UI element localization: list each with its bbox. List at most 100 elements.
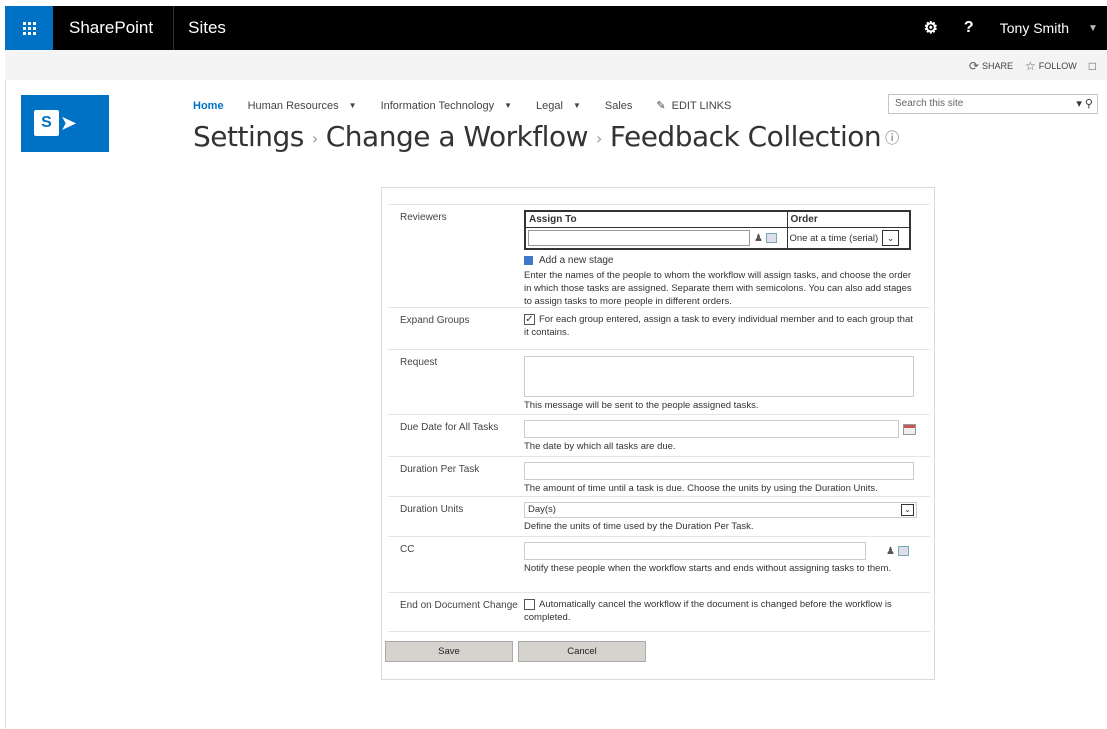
cc-row: CC ♟ Notify these people when the workfl…: [388, 536, 930, 592]
search-icon[interactable]: ▾ ⚲: [1076, 97, 1093, 110]
nav-label: Information Technology: [380, 99, 495, 112]
cc-label: CC: [400, 544, 415, 555]
chevron-down-icon[interactable]: ⌄: [882, 230, 900, 246]
pencil-icon: ✎: [656, 100, 666, 112]
address-book-icon[interactable]: [897, 546, 909, 556]
end-on-change-label: End on Document Change: [400, 600, 518, 611]
cancel-button[interactable]: Cancel: [518, 641, 646, 662]
follow-label: FOLLOW: [1038, 61, 1077, 71]
star-icon: ☆: [1024, 59, 1036, 73]
breadcrumb-settings[interactable]: Settings: [193, 120, 304, 153]
cc-input[interactable]: [524, 542, 866, 560]
expand-groups-text: For each group entered, assign a task to…: [524, 314, 913, 338]
calendar-icon[interactable]: [903, 423, 916, 435]
page-title: Settings › Change a Workflow › Feedback Coll…: [193, 120, 899, 153]
share-button[interactable]: ⟳ SHARE: [969, 59, 1013, 73]
edit-links-button[interactable]: ✎ EDIT LINKS: [656, 99, 732, 113]
focus-icon: □: [1088, 59, 1096, 73]
follow-button[interactable]: ☆ FOLLOW: [1025, 59, 1077, 73]
due-date-description: The date by which all tasks are due.: [524, 441, 676, 452]
due-date-input[interactable]: [524, 420, 899, 438]
add-icon: [524, 256, 533, 265]
request-label: Request: [400, 357, 438, 368]
nav-legal[interactable]: Legal ▼: [536, 99, 581, 112]
duration-row: Duration Per Task The amount of time unt…: [388, 456, 930, 496]
help-icon[interactable]: ?: [950, 6, 988, 50]
nav-label: Sales: [604, 99, 633, 112]
address-book-icon[interactable]: [765, 233, 777, 243]
ribbon-bar: ⟳ SHARE ☆ FOLLOW □: [5, 50, 1107, 80]
end-on-change-text: Automatically cancel the workflow if the…: [524, 599, 892, 623]
brand-link[interactable]: SharePoint: [53, 6, 175, 50]
end-on-change-checkbox[interactable]: [524, 598, 535, 610]
nav-information-technology[interactable]: Information Technology ▼: [381, 99, 512, 112]
info-icon[interactable]: ⓘ: [885, 131, 899, 147]
save-button[interactable]: Save: [385, 641, 513, 662]
breadcrumb-separator-icon: ›: [595, 128, 602, 148]
app-launcher-button[interactable]: [5, 6, 53, 50]
nav-label: Human Resources: [247, 99, 339, 112]
duration-units-select[interactable]: Day(s) ⌄: [524, 502, 917, 518]
top-navigation: Home Human Resources ▼ Information Techn…: [193, 99, 755, 113]
assign-to-input[interactable]: [528, 230, 750, 246]
due-date-label: Due Date for All Tasks: [400, 422, 499, 433]
assign-to-header: Assign To: [524, 210, 788, 228]
reviewers-description: Enter the names of the people to whom th…: [524, 270, 912, 307]
check-names-icon[interactable]: ♟: [754, 232, 763, 245]
breadcrumb-current: Feedback Collection: [609, 120, 882, 153]
workflow-form: Reviewers Assign To Order ♟ One at a tim…: [388, 204, 930, 632]
nav-human-resources[interactable]: Human Resources ▼: [248, 99, 357, 112]
duration-units-value: Day(s): [528, 504, 556, 515]
search-input[interactable]: Search this site ▾ ⚲: [888, 94, 1098, 114]
duration-units-label: Duration Units: [400, 504, 464, 515]
edit-links-label: EDIT LINKS: [671, 99, 732, 112]
duration-units-row: Duration Units Day(s) ⌄ Define the units…: [388, 496, 930, 536]
duration-label: Duration Per Task: [400, 464, 480, 475]
order-header: Order: [786, 210, 911, 228]
duration-input[interactable]: [524, 462, 914, 480]
waffle-icon: [22, 21, 36, 35]
share-label: SHARE: [981, 61, 1013, 71]
breadcrumb-change-workflow[interactable]: Change a Workflow: [326, 120, 589, 153]
add-stage-link[interactable]: Add a new stage: [524, 254, 918, 267]
reviewers-table: Assign To Order ♟ One at a time (serial)…: [524, 210, 911, 250]
end-on-change-row: End on Document Change Automatically can…: [388, 592, 930, 632]
nav-label: Home: [193, 99, 224, 112]
request-textarea[interactable]: [524, 356, 914, 397]
chevron-down-icon[interactable]: ⌄: [901, 504, 914, 516]
page-left-border: [5, 50, 6, 729]
caret-down-icon: ▼: [348, 101, 357, 110]
duration-description: The amount of time until a task is due. …: [524, 483, 878, 494]
suite-bar: SharePoint Sites ⚙ ? Tony Smith ▼: [5, 6, 1107, 50]
workflow-form-panel: Reviewers Assign To Order ♟ One at a tim…: [381, 187, 935, 680]
search-placeholder: Search this site: [895, 98, 964, 109]
check-names-icon[interactable]: ♟: [886, 545, 895, 558]
caret-down-icon: ▼: [572, 101, 581, 110]
settings-gear-icon[interactable]: ⚙: [912, 6, 950, 50]
expand-groups-checkbox[interactable]: ✓: [524, 313, 535, 325]
form-buttons: Save Cancel: [385, 641, 651, 662]
breadcrumb-separator-icon: ›: [311, 128, 318, 148]
share-icon: ⟳: [968, 59, 979, 73]
request-row: Request This message will be sent to the…: [388, 349, 930, 414]
focus-on-content-button[interactable]: □: [1089, 59, 1099, 73]
duration-units-description: Define the units of time used by the Dur…: [524, 521, 754, 532]
order-select[interactable]: One at a time (serial) ⌄: [790, 230, 908, 246]
request-description: This message will be sent to the people …: [524, 400, 759, 411]
user-menu[interactable]: Tony Smith: [988, 20, 1079, 36]
logo-letter: S: [34, 110, 59, 136]
sites-link[interactable]: Sites: [174, 6, 226, 50]
due-date-row: Due Date for All Tasks The date by which…: [388, 414, 930, 456]
user-caret-icon[interactable]: ▼: [1079, 23, 1107, 34]
nav-sales[interactable]: Sales: [605, 99, 633, 112]
cc-description: Notify these people when the workflow st…: [524, 563, 892, 574]
logo-arrow-icon: ➤: [61, 113, 77, 133]
reviewers-row: Reviewers Assign To Order ♟ One at a tim…: [388, 204, 930, 307]
expand-groups-label: Expand Groups: [400, 315, 470, 326]
nav-home[interactable]: Home: [193, 99, 224, 112]
add-stage-label: Add a new stage: [539, 255, 614, 266]
expand-groups-row: Expand Groups ✓ For each group entered, a…: [388, 307, 930, 349]
site-logo[interactable]: S ➤: [21, 95, 109, 152]
nav-label: Legal: [536, 99, 563, 112]
order-value: One at a time (serial): [789, 232, 879, 244]
